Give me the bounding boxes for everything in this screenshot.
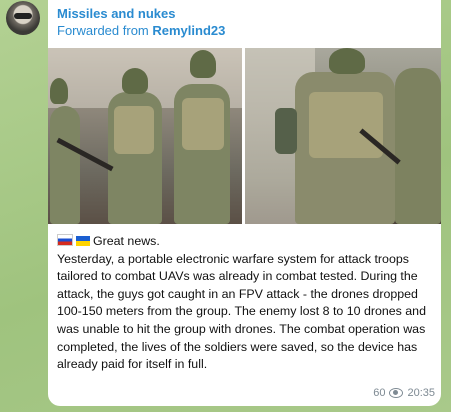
ukraine-flag-icon: [76, 236, 90, 246]
soldier-helmet: [122, 68, 148, 94]
message-time: 20:35: [407, 387, 435, 399]
soldier-helmet: [50, 78, 68, 104]
message-line: tailored to combat UAVs was already in c…: [57, 269, 418, 284]
ew-device: [275, 108, 297, 154]
soldier-figure: [395, 68, 441, 224]
eye-icon: [389, 388, 404, 398]
message-line: 100-150 meters from the group. The enemy…: [57, 304, 426, 319]
message-line: already paid for itself in full.: [57, 357, 208, 372]
message-line: Great news.: [57, 233, 435, 251]
message-text: Great news. Yesterday, a portable electr…: [57, 233, 435, 374]
forwarded-prefix: Forwarded from: [57, 23, 153, 38]
soldier-vest: [114, 106, 154, 154]
view-count: 60: [373, 387, 386, 399]
forwarded-from[interactable]: Forwarded from Remylind23: [57, 23, 225, 38]
photo-2[interactable]: [245, 48, 441, 224]
soldier-figure: [50, 106, 80, 224]
soldier-helmet: [190, 50, 216, 78]
message-line: attack, the guys got caught in an FPV at…: [57, 286, 418, 301]
soldier-vest: [309, 92, 383, 158]
russia-flag-icon: [57, 234, 73, 246]
message-meta: 60 20:35: [373, 387, 435, 399]
channel-avatar[interactable]: [6, 1, 40, 35]
avatar-glasses: [14, 13, 32, 19]
message-line: Yesterday, a portable electronic warfare…: [57, 251, 409, 266]
forwarded-source[interactable]: Remylind23: [152, 23, 225, 38]
message-line: was unable to hit the group with drones.…: [57, 321, 426, 336]
soldier-vest: [182, 98, 224, 150]
soldier-helmet: [329, 48, 365, 74]
channel-name[interactable]: Missiles and nukes: [57, 6, 176, 21]
photo-1[interactable]: [48, 48, 242, 224]
message-line: completed, the lives of the soldiers wer…: [57, 339, 418, 354]
message-line-text: Great news.: [93, 234, 160, 248]
